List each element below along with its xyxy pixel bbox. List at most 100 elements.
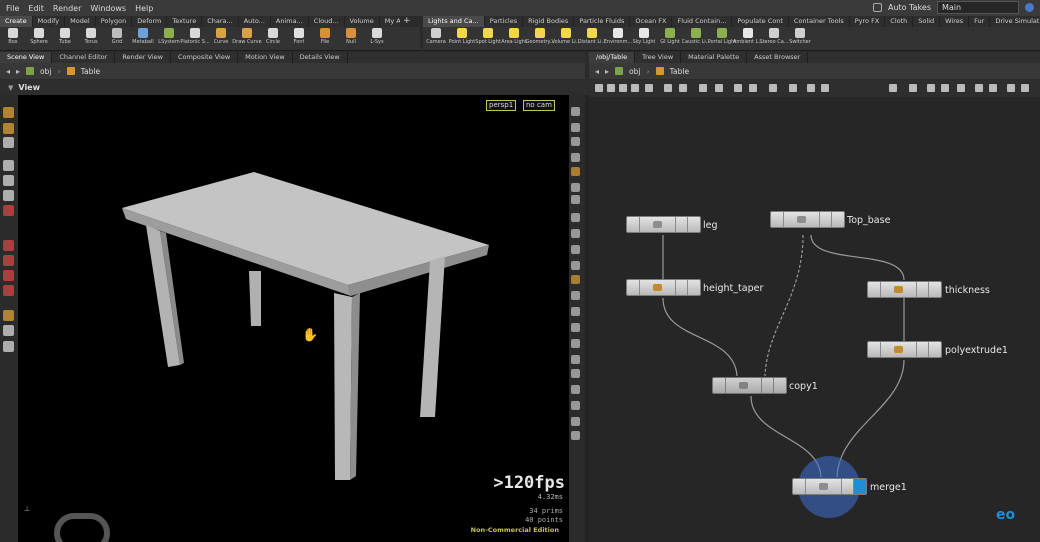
node-top-base[interactable] [770,211,845,228]
network-tool-icon[interactable] [619,84,627,92]
display-option-icon[interactable] [571,275,580,284]
viewport-tool-icon[interactable] [3,285,14,296]
network-tool-icon[interactable] [734,84,742,92]
tool-sphere[interactable]: Sphere [26,27,52,50]
network-tool-icon[interactable] [957,84,965,92]
network-tool-icon[interactable] [679,84,687,92]
back-arrow-icon[interactable]: ◂ [595,67,599,76]
viewport-tool-icon[interactable] [3,190,14,201]
network-tool-icon[interactable] [595,84,603,92]
pane-tab-material-palette[interactable]: Material Palette [681,52,748,63]
display-option-icon[interactable] [571,355,580,364]
tool-platonic-s[interactable]: Platonic S... [180,27,210,50]
display-option-icon[interactable] [571,183,580,192]
network-tool-icon[interactable] [807,84,815,92]
viewport-tool-icon[interactable] [3,205,14,216]
display-flag[interactable] [854,479,867,494]
tool-null[interactable]: Null [338,27,364,50]
tool-stereo-ca[interactable]: Stereo Ca... [759,27,789,50]
network-tool-icon[interactable] [989,84,997,92]
shelf-tab-drive-simulat[interactable]: Drive Simulat... [990,16,1040,27]
shelf-plus-icon[interactable]: + [403,17,412,26]
desktop-select[interactable]: Main [937,1,1019,14]
viewport-tool-icon[interactable] [3,341,14,352]
tool-draw-curve[interactable]: Draw Curve [232,27,262,50]
viewport-tool-icon[interactable] [3,107,14,118]
shelf-tab-auto[interactable]: Auto... [239,16,271,27]
takes-icon[interactable] [872,3,882,12]
auto-takes-label[interactable]: Auto Takes [888,3,931,12]
tool-lsystem[interactable]: LSystem [156,27,182,50]
shelf-tab-cloth[interactable]: Cloth [885,16,914,27]
tool-spot-light[interactable]: Spot Light [475,27,501,50]
display-option-icon[interactable] [571,123,580,132]
display-option-icon[interactable] [571,307,580,316]
persp-camera-menu[interactable]: persp1 [486,100,517,111]
menu-windows[interactable]: Windows [90,4,126,13]
menu-edit[interactable]: Edit [28,4,44,13]
network-tool-icon[interactable] [909,84,917,92]
shelf-tab-chara[interactable]: Chara... [202,16,239,27]
network-editor[interactable]: leg Top_base height_taper thickness poly… [589,97,1040,542]
network-tool-icon[interactable] [789,84,797,92]
tool-point-light[interactable]: Point Light [449,27,475,50]
tool-distant-li[interactable]: Distant Li... [578,27,606,50]
tool-torus[interactable]: Torus [78,27,104,50]
shelf-tab-wires[interactable]: Wires [940,16,970,27]
display-option-icon[interactable] [571,245,580,254]
tool-ambient-l[interactable]: Ambient L... [733,27,763,50]
viewport-tool-icon[interactable] [3,175,14,186]
display-option-icon[interactable] [571,167,580,176]
display-option-icon[interactable] [571,385,580,394]
tool-volume-li[interactable]: Volume Li... [551,27,581,50]
tool-geometry[interactable]: Geometry... [526,27,555,50]
pane-tab-asset-browser[interactable]: Asset Browser [747,52,809,63]
tool-environm[interactable]: Environm... [604,27,632,50]
shelf-tab-ocean-fx[interactable]: Ocean FX [630,16,673,27]
shelf-tab-polygon[interactable]: Polygon [96,16,133,27]
forward-arrow-icon[interactable]: ▸ [605,67,609,76]
display-option-icon[interactable] [571,417,580,426]
tool-grid[interactable]: Grid [104,27,130,50]
node-leg[interactable] [626,216,701,233]
network-tool-icon[interactable] [699,84,707,92]
network-tool-icon[interactable] [631,84,639,92]
menu-file[interactable]: File [6,4,19,13]
viewport-tool-icon[interactable] [3,160,14,171]
shelf-tab-my-as[interactable]: My As... [380,16,400,27]
shelf-tab-pyro-fx[interactable]: Pyro FX [850,16,886,27]
viewport-tool-icon[interactable] [3,310,14,321]
pane-tab-channel-editor[interactable]: Channel Editor [52,52,116,63]
shelf-tab-model[interactable]: Model [65,16,96,27]
shelf-tab-lights-and-ca[interactable]: Lights and Ca... [423,16,485,27]
back-arrow-icon[interactable]: ◂ [6,67,10,76]
display-option-icon[interactable] [571,137,580,146]
pane-tab-motion-view[interactable]: Motion View [238,52,293,63]
shelf-tab-volume[interactable]: Volume [345,16,380,27]
display-option-icon[interactable] [571,431,580,440]
collapse-arrow-icon[interactable]: ▼ [8,84,13,92]
tool-camera[interactable]: Camera [423,27,449,50]
pane-tab-scene-view[interactable]: Scene View [0,52,53,63]
path-context[interactable]: obj [629,67,640,76]
display-option-icon[interactable] [571,261,580,270]
network-tool-icon[interactable] [645,84,653,92]
menu-render[interactable]: Render [53,4,81,13]
tool-area-light[interactable]: Area Light [501,27,527,50]
network-tool-icon[interactable] [664,84,672,92]
shelf-tab-create[interactable]: Create [0,16,33,27]
pane-tab-composite-view[interactable]: Composite View [171,52,239,63]
help-icon[interactable] [1025,3,1034,12]
tool-l-sys[interactable]: L-Sys [364,27,390,50]
path-node[interactable]: Table [81,67,100,76]
network-tool-icon[interactable] [889,84,897,92]
tool-gi-light[interactable]: GI Light [657,27,683,50]
network-tool-icon[interactable] [1021,84,1029,92]
shelf-tab-modify[interactable]: Modify [33,16,66,27]
display-option-icon[interactable] [571,195,580,204]
shelf-tab-rigid-bodies[interactable]: Rigid Bodies [523,16,575,27]
path-context[interactable]: obj [40,67,51,76]
viewport-tool-icon[interactable] [3,123,14,134]
shelf-tab-texture[interactable]: Texture [167,16,203,27]
tool-circle[interactable]: Circle [260,27,286,50]
